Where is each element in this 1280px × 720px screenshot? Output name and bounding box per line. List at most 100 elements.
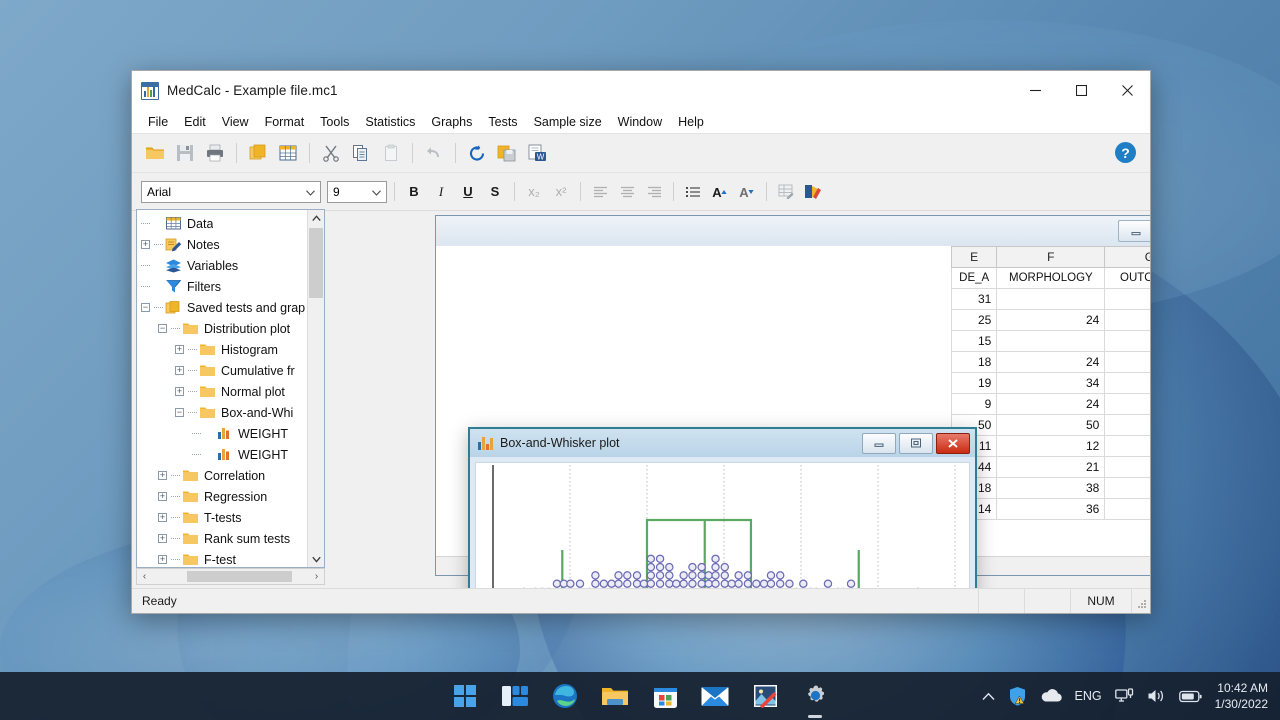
- chevron-up-icon[interactable]: [982, 692, 995, 701]
- table-row[interactable]: 31 1: [951, 288, 1150, 310]
- menu-item-view[interactable]: View: [214, 113, 257, 131]
- cell[interactable]: 21: [996, 456, 1106, 478]
- strikethrough-button[interactable]: S: [483, 180, 507, 204]
- cut-icon[interactable]: [317, 139, 345, 167]
- font-size-select[interactable]: 9: [327, 180, 387, 203]
- table-row[interactable]: 19341: [951, 372, 1150, 394]
- menu-item-file[interactable]: File: [140, 113, 176, 131]
- tree-scroll-down-icon[interactable]: [308, 551, 324, 567]
- cell[interactable]: 25: [951, 309, 998, 331]
- cell[interactable]: 24: [996, 393, 1106, 415]
- cell[interactable]: 1: [1104, 393, 1150, 415]
- boxplot-minimize-button[interactable]: [862, 432, 896, 454]
- tree-node-notes[interactable]: + Notes: [137, 234, 308, 255]
- help-button[interactable]: ?: [1115, 142, 1136, 163]
- expand-node-icon[interactable]: +: [175, 366, 184, 375]
- start-button-icon[interactable]: [450, 681, 480, 711]
- paste-icon[interactable]: [377, 139, 405, 167]
- tree-node-box-and-whi[interactable]: − Box-and-Whi: [137, 402, 308, 423]
- export-word-icon[interactable]: W: [523, 139, 551, 167]
- table-row[interactable]: 15 1: [951, 330, 1150, 352]
- tree-hscroll-track[interactable]: [152, 569, 309, 584]
- cell[interactable]: 1: [1104, 330, 1150, 352]
- shrink-font-icon[interactable]: A: [735, 180, 759, 204]
- boxplot-close-button[interactable]: [936, 432, 970, 454]
- table-row[interactable]: 50501: [951, 414, 1150, 436]
- menu-item-graphs[interactable]: Graphs: [423, 113, 480, 131]
- undo-icon[interactable]: [420, 139, 448, 167]
- spreadsheet-minimize-button[interactable]: [1118, 220, 1150, 242]
- cell[interactable]: 19: [951, 372, 998, 394]
- file-explorer-icon[interactable]: [600, 681, 630, 711]
- align-left-icon[interactable]: [588, 180, 612, 204]
- cell[interactable]: [996, 288, 1106, 310]
- cell[interactable]: 12: [996, 435, 1106, 457]
- cell[interactable]: 1: [1104, 309, 1150, 331]
- tree-vertical-scrollbar[interactable]: [307, 210, 324, 567]
- mail-icon[interactable]: [700, 681, 730, 711]
- onedrive-icon[interactable]: [1040, 689, 1062, 703]
- align-right-icon[interactable]: [642, 180, 666, 204]
- tree-hscroll-thumb[interactable]: [187, 571, 292, 582]
- menu-item-statistics[interactable]: Statistics: [357, 113, 423, 131]
- collapse-node-icon[interactable]: −: [158, 324, 167, 333]
- expand-node-icon[interactable]: +: [158, 513, 167, 522]
- cell[interactable]: 24: [996, 351, 1106, 373]
- volume-icon[interactable]: [1147, 688, 1166, 704]
- table-row[interactable]: 11121: [951, 435, 1150, 457]
- expand-node-icon[interactable]: +: [158, 492, 167, 501]
- bold-button[interactable]: B: [402, 180, 426, 204]
- taskbar-clock[interactable]: 10:42 AM 1/30/2022: [1215, 680, 1268, 712]
- cell[interactable]: 38: [996, 477, 1106, 499]
- settings-icon[interactable]: [800, 681, 830, 711]
- cell[interactable]: [996, 330, 1106, 352]
- windows-security-warning-icon[interactable]: [1008, 686, 1027, 706]
- expand-node-icon[interactable]: +: [175, 345, 184, 354]
- tree-scroll-up-icon[interactable]: [308, 210, 324, 226]
- refresh-icon[interactable]: [463, 139, 491, 167]
- photos-icon[interactable]: [750, 681, 780, 711]
- menu-item-window[interactable]: Window: [610, 113, 670, 131]
- edge-browser-icon[interactable]: [550, 681, 580, 711]
- tree-node-weight[interactable]: WEIGHT: [137, 444, 308, 465]
- table-row[interactable]: 18241: [951, 351, 1150, 373]
- menu-item-tools[interactable]: Tools: [312, 113, 357, 131]
- menu-item-edit[interactable]: Edit: [176, 113, 214, 131]
- tree-node-histogram[interactable]: + Histogram: [137, 339, 308, 360]
- tree-node-normal-plot[interactable]: + Normal plot: [137, 381, 308, 402]
- table-row[interactable]: 9241: [951, 393, 1150, 415]
- superscript-button[interactable]: x²: [549, 180, 573, 204]
- subscript-button[interactable]: x₂: [522, 180, 546, 204]
- tree-node-saved-tests-and-grap[interactable]: − Saved tests and grap: [137, 297, 308, 318]
- close-button[interactable]: [1104, 71, 1150, 110]
- menu-item-sample-size[interactable]: Sample size: [526, 113, 610, 131]
- cell[interactable]: 36: [996, 498, 1106, 520]
- tree-node-t-tests[interactable]: + T-tests: [137, 507, 308, 528]
- tree-node-weight[interactable]: WEIGHT: [137, 423, 308, 444]
- grow-font-icon[interactable]: A: [708, 180, 732, 204]
- align-center-icon[interactable]: [615, 180, 639, 204]
- cell[interactable]: 50: [996, 414, 1106, 436]
- tree-node-regression[interactable]: + Regression: [137, 486, 308, 507]
- highlight-icon[interactable]: [801, 180, 825, 204]
- underline-button[interactable]: U: [456, 180, 480, 204]
- cell[interactable]: 9: [951, 393, 998, 415]
- tree-node-correlation[interactable]: + Correlation: [137, 465, 308, 486]
- cell[interactable]: 24: [996, 309, 1106, 331]
- battery-icon[interactable]: [1178, 690, 1202, 703]
- italic-button[interactable]: I: [429, 180, 453, 204]
- cell[interactable]: 1: [1104, 456, 1150, 478]
- table-row[interactable]: 25241: [951, 309, 1150, 331]
- tree-node-filters[interactable]: Filters: [137, 276, 308, 297]
- tree-scroll-right-icon[interactable]: ›: [309, 569, 324, 584]
- expand-node-icon[interactable]: +: [175, 387, 184, 396]
- cell[interactable]: 18: [951, 351, 998, 373]
- column-header-e[interactable]: E: [951, 246, 998, 268]
- microsoft-store-icon[interactable]: [650, 681, 680, 711]
- expand-node-icon[interactable]: +: [141, 240, 150, 249]
- window-resize-grip[interactable]: [1131, 589, 1150, 613]
- table-row[interactable]: 14361: [951, 498, 1150, 520]
- collapse-node-icon[interactable]: −: [141, 303, 150, 312]
- cell[interactable]: 34: [996, 372, 1106, 394]
- cell[interactable]: 15: [951, 330, 998, 352]
